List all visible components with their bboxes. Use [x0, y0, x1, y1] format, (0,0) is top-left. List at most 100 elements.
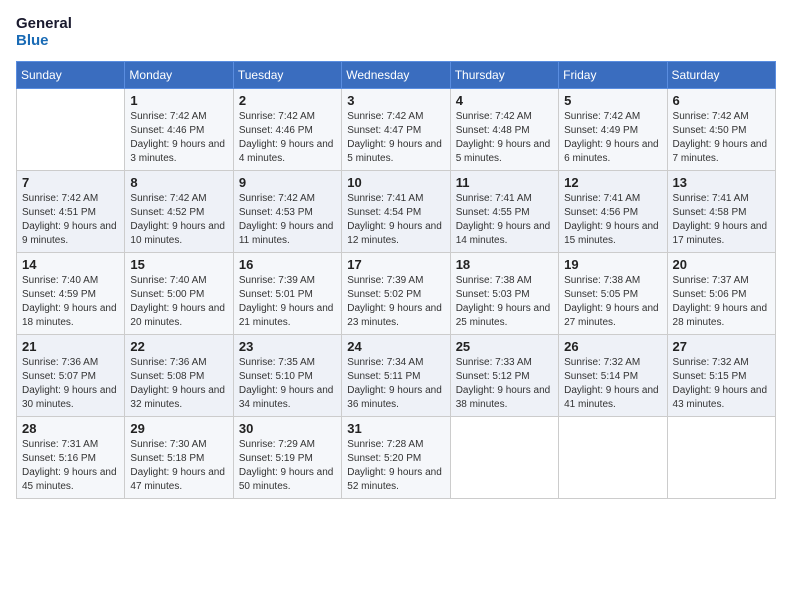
day-info: Sunrise: 7:36 AMSunset: 5:07 PMDaylight:…: [22, 356, 119, 412]
weekday-header: Saturday: [667, 62, 775, 89]
calendar-week-row: 28 Sunrise: 7:31 AMSunset: 5:16 PMDayligh…: [17, 417, 776, 499]
day-number: 19: [564, 257, 661, 272]
calendar-cell: 10 Sunrise: 7:41 AMSunset: 4:54 PMDayligh…: [342, 171, 450, 253]
day-info: Sunrise: 7:41 AMSunset: 4:55 PMDaylight:…: [456, 192, 553, 248]
calendar-cell: 7 Sunrise: 7:42 AMSunset: 4:51 PMDaylight…: [17, 171, 125, 253]
day-info: Sunrise: 7:42 AMSunset: 4:47 PMDaylight:…: [347, 110, 444, 166]
day-info: Sunrise: 7:31 AMSunset: 5:16 PMDaylight:…: [22, 438, 119, 494]
calendar-cell: 8 Sunrise: 7:42 AMSunset: 4:52 PMDaylight…: [125, 171, 233, 253]
day-number: 21: [22, 339, 119, 354]
calendar-cell: 21 Sunrise: 7:36 AMSunset: 5:07 PMDayligh…: [17, 335, 125, 417]
calendar-cell: 19 Sunrise: 7:38 AMSunset: 5:05 PMDayligh…: [559, 253, 667, 335]
day-number: 8: [130, 175, 227, 190]
calendar-cell: 12Sunrise: 7:41 AMSunset: 4:56 PMDayligh…: [559, 171, 667, 253]
calendar-table: SundayMondayTuesdayWednesdayThursdayFrid…: [16, 61, 776, 499]
day-info: Sunrise: 7:40 AMSunset: 4:59 PMDaylight:…: [22, 274, 119, 330]
day-number: 1: [130, 93, 227, 108]
calendar-cell: 11 Sunrise: 7:41 AMSunset: 4:55 PMDayligh…: [450, 171, 558, 253]
day-info: Sunrise: 7:42 AMSunset: 4:51 PMDaylight:…: [22, 192, 119, 248]
logo: GeneralBlue: [16, 16, 72, 49]
calendar-cell: [17, 89, 125, 171]
calendar-cell: 4 Sunrise: 7:42 AMSunset: 4:48 PMDaylight…: [450, 89, 558, 171]
day-number: 14: [22, 257, 119, 272]
calendar-cell: 27 Sunrise: 7:32 AMSunset: 5:15 PMDayligh…: [667, 335, 775, 417]
calendar-cell: 17 Sunrise: 7:39 AMSunset: 5:02 PMDayligh…: [342, 253, 450, 335]
calendar-cell: 24 Sunrise: 7:34 AMSunset: 5:11 PMDayligh…: [342, 335, 450, 417]
day-info: Sunrise: 7:39 AMSunset: 5:02 PMDaylight:…: [347, 274, 444, 330]
day-info: Sunrise: 7:39 AMSunset: 5:01 PMDaylight:…: [239, 274, 336, 330]
day-number: 29: [130, 421, 227, 436]
day-info: Sunrise: 7:37 AMSunset: 5:06 PMDaylight:…: [673, 274, 770, 330]
day-number: 4: [456, 93, 553, 108]
day-number: 11: [456, 175, 553, 190]
calendar-cell: 23 Sunrise: 7:35 AMSunset: 5:10 PMDayligh…: [233, 335, 341, 417]
day-number: 20: [673, 257, 770, 272]
calendar-cell: [667, 417, 775, 499]
day-info: Sunrise: 7:30 AMSunset: 5:18 PMDaylight:…: [130, 438, 227, 494]
day-number: 28: [22, 421, 119, 436]
day-info: Sunrise: 7:33 AMSunset: 5:12 PMDaylight:…: [456, 356, 553, 412]
day-info: Sunrise: 7:42 AMSunset: 4:52 PMDaylight:…: [130, 192, 227, 248]
calendar-cell: 18 Sunrise: 7:38 AMSunset: 5:03 PMDayligh…: [450, 253, 558, 335]
day-info: Sunrise: 7:34 AMSunset: 5:11 PMDaylight:…: [347, 356, 444, 412]
calendar-cell: 26 Sunrise: 7:32 AMSunset: 5:14 PMDayligh…: [559, 335, 667, 417]
calendar-week-row: 14 Sunrise: 7:40 AMSunset: 4:59 PMDayligh…: [17, 253, 776, 335]
weekday-header: Tuesday: [233, 62, 341, 89]
day-number: 9: [239, 175, 336, 190]
day-info: Sunrise: 7:38 AMSunset: 5:05 PMDaylight:…: [564, 274, 661, 330]
day-info: Sunrise: 7:32 AMSunset: 5:15 PMDaylight:…: [673, 356, 770, 412]
day-info: Sunrise: 7:42 AMSunset: 4:48 PMDaylight:…: [456, 110, 553, 166]
day-number: 26: [564, 339, 661, 354]
day-number: 16: [239, 257, 336, 272]
weekday-header: Thursday: [450, 62, 558, 89]
calendar-cell: 29 Sunrise: 7:30 AMSunset: 5:18 PMDayligh…: [125, 417, 233, 499]
day-info: Sunrise: 7:41 AMSunset: 4:58 PMDaylight:…: [673, 192, 770, 248]
day-info: Sunrise: 7:36 AMSunset: 5:08 PMDaylight:…: [130, 356, 227, 412]
day-info: Sunrise: 7:42 AMSunset: 4:46 PMDaylight:…: [130, 110, 227, 166]
calendar-cell: 30Sunrise: 7:29 AMSunset: 5:19 PMDayligh…: [233, 417, 341, 499]
weekday-header: Sunday: [17, 62, 125, 89]
day-number: 24: [347, 339, 444, 354]
weekday-header: Monday: [125, 62, 233, 89]
weekday-header-row: SundayMondayTuesdayWednesdayThursdayFrid…: [17, 62, 776, 89]
day-number: 31: [347, 421, 444, 436]
day-info: Sunrise: 7:35 AMSunset: 5:10 PMDaylight:…: [239, 356, 336, 412]
calendar-cell: 14 Sunrise: 7:40 AMSunset: 4:59 PMDayligh…: [17, 253, 125, 335]
day-info: Sunrise: 7:32 AMSunset: 5:14 PMDaylight:…: [564, 356, 661, 412]
day-info: Sunrise: 7:41 AMSunset: 4:54 PMDaylight:…: [347, 192, 444, 248]
day-number: 6: [673, 93, 770, 108]
day-info: Sunrise: 7:38 AMSunset: 5:03 PMDaylight:…: [456, 274, 553, 330]
day-number: 13: [673, 175, 770, 190]
day-number: 10: [347, 175, 444, 190]
page-header: GeneralBlue: [16, 16, 776, 49]
calendar-cell: 15Sunrise: 7:40 AMSunset: 5:00 PMDayligh…: [125, 253, 233, 335]
calendar-cell: 9 Sunrise: 7:42 AMSunset: 4:53 PMDaylight…: [233, 171, 341, 253]
calendar-week-row: 1 Sunrise: 7:42 AMSunset: 4:46 PMDaylight…: [17, 89, 776, 171]
calendar-week-row: 7 Sunrise: 7:42 AMSunset: 4:51 PMDaylight…: [17, 171, 776, 253]
calendar-cell: [559, 417, 667, 499]
calendar-cell: 2Sunrise: 7:42 AMSunset: 4:46 PMDaylight…: [233, 89, 341, 171]
calendar-cell: 28 Sunrise: 7:31 AMSunset: 5:16 PMDayligh…: [17, 417, 125, 499]
day-info: Sunrise: 7:40 AMSunset: 5:00 PMDaylight:…: [130, 274, 227, 330]
calendar-cell: 5 Sunrise: 7:42 AMSunset: 4:49 PMDaylight…: [559, 89, 667, 171]
calendar-cell: 22Sunrise: 7:36 AMSunset: 5:08 PMDayligh…: [125, 335, 233, 417]
day-number: 7: [22, 175, 119, 190]
calendar-cell: 20 Sunrise: 7:37 AMSunset: 5:06 PMDayligh…: [667, 253, 775, 335]
day-info: Sunrise: 7:42 AMSunset: 4:53 PMDaylight:…: [239, 192, 336, 248]
calendar-cell: 25Sunrise: 7:33 AMSunset: 5:12 PMDayligh…: [450, 335, 558, 417]
day-number: 12: [564, 175, 661, 190]
day-number: 17: [347, 257, 444, 272]
weekday-header: Friday: [559, 62, 667, 89]
day-number: 27: [673, 339, 770, 354]
day-info: Sunrise: 7:42 AMSunset: 4:49 PMDaylight:…: [564, 110, 661, 166]
calendar-cell: 1 Sunrise: 7:42 AMSunset: 4:46 PMDaylight…: [125, 89, 233, 171]
day-number: 23: [239, 339, 336, 354]
day-info: Sunrise: 7:29 AMSunset: 5:19 PMDaylight:…: [239, 438, 336, 494]
calendar-cell: 16 Sunrise: 7:39 AMSunset: 5:01 PMDayligh…: [233, 253, 341, 335]
weekday-header: Wednesday: [342, 62, 450, 89]
day-number: 5: [564, 93, 661, 108]
calendar-week-row: 21 Sunrise: 7:36 AMSunset: 5:07 PMDayligh…: [17, 335, 776, 417]
day-number: 18: [456, 257, 553, 272]
day-info: Sunrise: 7:28 AMSunset: 5:20 PMDaylight:…: [347, 438, 444, 494]
calendar-cell: [450, 417, 558, 499]
